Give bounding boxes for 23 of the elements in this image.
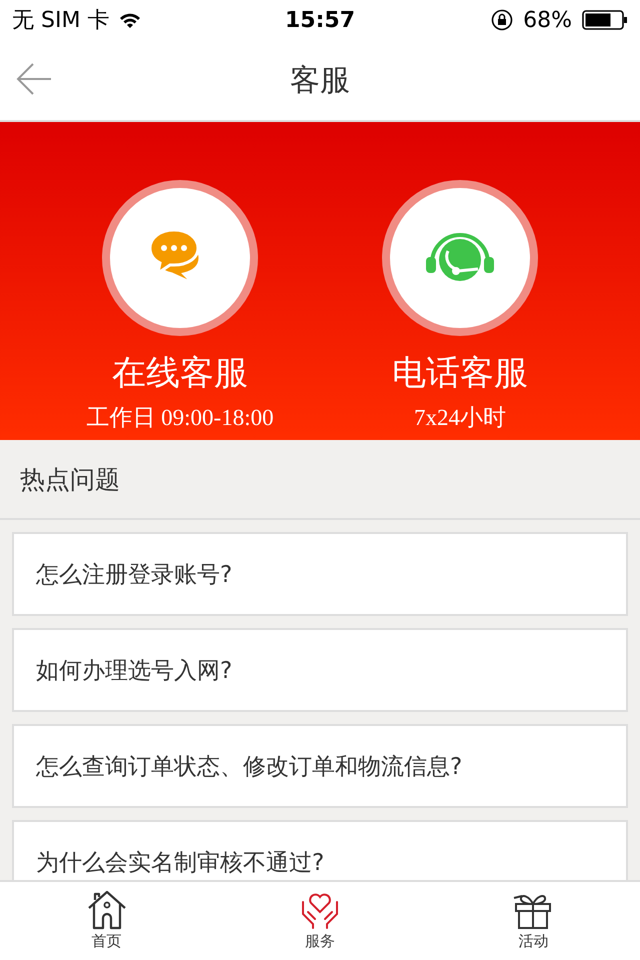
service-title: 在线客服 — [112, 352, 248, 395]
tab-item[interactable]: 首页 — [66, 882, 148, 960]
rotation-lock-icon — [491, 9, 514, 31]
house-icon — [86, 890, 128, 930]
question-item[interactable]: 怎么查询订单状态、修改订单和物流信息? — [12, 724, 628, 808]
wifi-icon — [119, 12, 142, 28]
battery-percent: 68% — [523, 8, 572, 32]
clock-time: 15:57 — [284, 8, 356, 32]
back-arrow-icon — [16, 62, 52, 96]
section-heading: 热点问题 — [0, 440, 640, 520]
carrier-text: 无 SIM 卡 — [12, 7, 110, 35]
question-item[interactable]: 如何办理选号入网? — [12, 628, 628, 712]
battery-icon — [582, 10, 628, 30]
back-button[interactable] — [16, 62, 52, 96]
tab-item[interactable]: 服务 — [278, 882, 361, 960]
service-hours: 7x24小时 — [414, 404, 506, 432]
service-hours: 工作日 09:00-18:00 — [86, 404, 274, 432]
headset-icon — [424, 233, 496, 283]
question-item[interactable]: 为什么会实名制审核不通过? — [12, 820, 628, 880]
page-title: 客服 — [290, 62, 350, 100]
service-title: 电话客服 — [392, 352, 528, 395]
question-item[interactable]: 怎么注册登录账号? — [12, 532, 628, 616]
tab-item[interactable]: 活动 — [492, 882, 574, 960]
